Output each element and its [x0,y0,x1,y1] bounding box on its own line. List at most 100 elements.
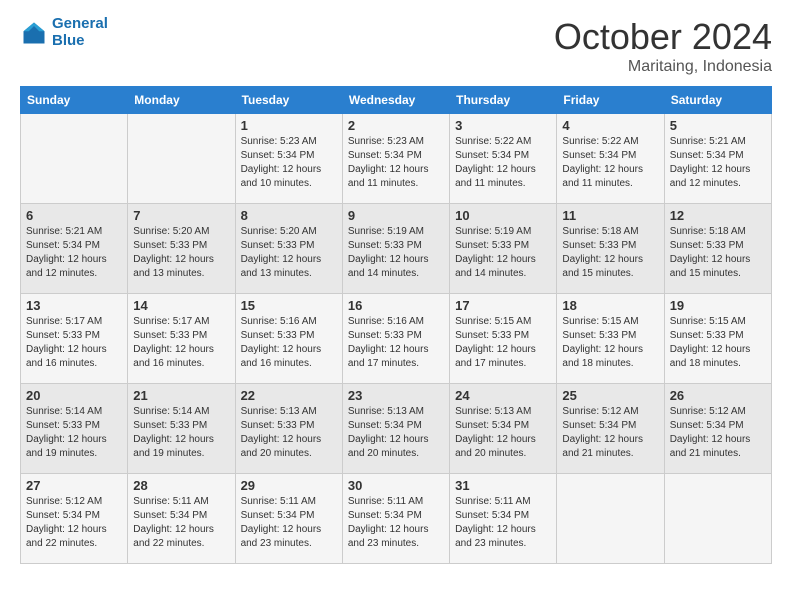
cell-info: Sunrise: 5:12 AMSunset: 5:34 PMDaylight:… [562,406,643,459]
cell-info: Sunrise: 5:15 AMSunset: 5:33 PMDaylight:… [562,316,643,369]
calendar-table: SundayMondayTuesdayWednesdayThursdayFrid… [20,86,772,564]
day-number: 3 [455,118,551,133]
week-row-3: 13Sunrise: 5:17 AMSunset: 5:33 PMDayligh… [21,294,772,384]
calendar-cell: 25 Sunrise: 5:12 AMSunset: 5:34 PMDayligh… [557,384,664,474]
day-number: 11 [562,208,658,223]
week-row-4: 20 Sunrise: 5:14 AMSunset: 5:33 PMDayligh… [21,384,772,474]
day-number: 14 [133,298,229,313]
calendar-cell: 24 Sunrise: 5:13 AMSunset: 5:34 PMDayligh… [450,384,557,474]
cell-info: Sunrise: 5:11 AMSunset: 5:34 PMDaylight:… [241,496,322,549]
calendar-cell: 15 Sunrise: 5:16 AMSunset: 5:33 PMDayligh… [235,294,342,384]
weekday-header-sunday: Sunday [21,87,128,114]
cell-info: Sunrise: 5:13 AMSunset: 5:33 PMDaylight:… [241,406,322,459]
day-number: 17 [455,298,551,313]
cell-info: Sunrise: 5:15 AMSunset: 5:33 PMDaylight:… [455,316,536,369]
calendar-cell: 21Sunrise: 5:14 AMSunset: 5:33 PMDayligh… [128,384,235,474]
calendar-cell: 18 Sunrise: 5:15 AMSunset: 5:33 PMDayligh… [557,294,664,384]
calendar-cell [128,114,235,204]
calendar-cell: 12Sunrise: 5:18 AMSunset: 5:33 PMDayligh… [664,204,771,294]
calendar-cell: 28Sunrise: 5:11 AMSunset: 5:34 PMDayligh… [128,474,235,564]
day-number: 10 [455,208,551,223]
calendar-cell: 20 Sunrise: 5:14 AMSunset: 5:33 PMDayligh… [21,384,128,474]
cell-info: Sunrise: 5:20 AMSunset: 5:33 PMDaylight:… [133,226,214,279]
calendar-cell: 30 Sunrise: 5:11 AMSunset: 5:34 PMDayligh… [342,474,449,564]
cell-info: Sunrise: 5:11 AMSunset: 5:34 PMDaylight:… [455,496,536,549]
title-block: October 2024 Maritaing, Indonesia [554,16,772,76]
cell-info: Sunrise: 5:20 AMSunset: 5:33 PMDaylight:… [241,226,322,279]
calendar-cell: 14 Sunrise: 5:17 AMSunset: 5:33 PMDayligh… [128,294,235,384]
cell-info: Sunrise: 5:16 AMSunset: 5:33 PMDaylight:… [241,316,322,369]
weekday-header-thursday: Thursday [450,87,557,114]
calendar-cell: 5 Sunrise: 5:21 AMSunset: 5:34 PMDaylight… [664,114,771,204]
day-number: 28 [133,478,229,493]
calendar-cell: 9 Sunrise: 5:19 AMSunset: 5:33 PMDaylight… [342,204,449,294]
day-number: 30 [348,478,444,493]
day-number: 9 [348,208,444,223]
weekday-header-saturday: Saturday [664,87,771,114]
calendar-cell: 3 Sunrise: 5:22 AMSunset: 5:34 PMDaylight… [450,114,557,204]
calendar-cell: 19Sunrise: 5:15 AMSunset: 5:33 PMDayligh… [664,294,771,384]
calendar-cell: 6 Sunrise: 5:21 AMSunset: 5:34 PMDaylight… [21,204,128,294]
day-number: 6 [26,208,122,223]
day-number: 5 [670,118,766,133]
day-number: 15 [241,298,337,313]
cell-info: Sunrise: 5:21 AMSunset: 5:34 PMDaylight:… [670,136,751,189]
calendar-cell: 29 Sunrise: 5:11 AMSunset: 5:34 PMDayligh… [235,474,342,564]
day-number: 20 [26,388,122,403]
day-number: 8 [241,208,337,223]
day-number: 29 [241,478,337,493]
weekday-header-monday: Monday [128,87,235,114]
calendar-cell [21,114,128,204]
cell-info: Sunrise: 5:14 AMSunset: 5:33 PMDaylight:… [26,406,107,459]
day-number: 18 [562,298,658,313]
cell-info: Sunrise: 5:12 AMSunset: 5:34 PMDaylight:… [670,406,751,459]
day-number: 16 [348,298,444,313]
cell-info: Sunrise: 5:16 AMSunset: 5:33 PMDaylight:… [348,316,429,369]
cell-info: Sunrise: 5:13 AMSunset: 5:34 PMDaylight:… [348,406,429,459]
cell-info: Sunrise: 5:18 AMSunset: 5:33 PMDaylight:… [670,226,751,279]
cell-info: Sunrise: 5:21 AMSunset: 5:34 PMDaylight:… [26,226,107,279]
calendar-cell: 31 Sunrise: 5:11 AMSunset: 5:34 PMDayligh… [450,474,557,564]
cell-info: Sunrise: 5:12 AMSunset: 5:34 PMDaylight:… [26,496,107,549]
calendar-cell: 4Sunrise: 5:22 AMSunset: 5:34 PMDaylight… [557,114,664,204]
day-number: 1 [241,118,337,133]
calendar-cell: 26 Sunrise: 5:12 AMSunset: 5:34 PMDayligh… [664,384,771,474]
day-number: 26 [670,388,766,403]
day-number: 31 [455,478,551,493]
cell-info: Sunrise: 5:17 AMSunset: 5:33 PMDaylight:… [133,316,214,369]
cell-info: Sunrise: 5:23 AMSunset: 5:34 PMDaylight:… [241,136,322,189]
calendar-cell: 2Sunrise: 5:23 AMSunset: 5:34 PMDaylight… [342,114,449,204]
day-number: 19 [670,298,766,313]
cell-info: Sunrise: 5:19 AMSunset: 5:33 PMDaylight:… [455,226,536,279]
location-subtitle: Maritaing, Indonesia [554,58,772,76]
day-number: 24 [455,388,551,403]
weekday-header-friday: Friday [557,87,664,114]
page-header: General Blue October 2024 Maritaing, Ind… [20,16,772,76]
calendar-cell: 7Sunrise: 5:20 AMSunset: 5:33 PMDaylight… [128,204,235,294]
logo: General Blue [20,16,108,49]
cell-info: Sunrise: 5:11 AMSunset: 5:34 PMDaylight:… [348,496,429,549]
calendar-cell: 13Sunrise: 5:17 AMSunset: 5:33 PMDayligh… [21,294,128,384]
calendar-cell: 10 Sunrise: 5:19 AMSunset: 5:33 PMDayligh… [450,204,557,294]
weekday-header-wednesday: Wednesday [342,87,449,114]
calendar-cell: 11 Sunrise: 5:18 AMSunset: 5:33 PMDayligh… [557,204,664,294]
calendar-cell: 27Sunrise: 5:12 AMSunset: 5:34 PMDayligh… [21,474,128,564]
cell-info: Sunrise: 5:22 AMSunset: 5:34 PMDaylight:… [455,136,536,189]
calendar-cell: 23Sunrise: 5:13 AMSunset: 5:34 PMDayligh… [342,384,449,474]
week-row-5: 27Sunrise: 5:12 AMSunset: 5:34 PMDayligh… [21,474,772,564]
calendar-cell: 1 Sunrise: 5:23 AMSunset: 5:34 PMDaylight… [235,114,342,204]
cell-info: Sunrise: 5:19 AMSunset: 5:33 PMDaylight:… [348,226,429,279]
day-number: 22 [241,388,337,403]
day-number: 25 [562,388,658,403]
cell-info: Sunrise: 5:13 AMSunset: 5:34 PMDaylight:… [455,406,536,459]
logo-icon [20,19,48,47]
calendar-cell [664,474,771,564]
calendar-cell: 17 Sunrise: 5:15 AMSunset: 5:33 PMDayligh… [450,294,557,384]
calendar-cell [557,474,664,564]
calendar-cell: 16 Sunrise: 5:16 AMSunset: 5:33 PMDayligh… [342,294,449,384]
week-row-2: 6 Sunrise: 5:21 AMSunset: 5:34 PMDaylight… [21,204,772,294]
day-number: 2 [348,118,444,133]
cell-info: Sunrise: 5:18 AMSunset: 5:33 PMDaylight:… [562,226,643,279]
weekday-header-row: SundayMondayTuesdayWednesdayThursdayFrid… [21,87,772,114]
day-number: 4 [562,118,658,133]
